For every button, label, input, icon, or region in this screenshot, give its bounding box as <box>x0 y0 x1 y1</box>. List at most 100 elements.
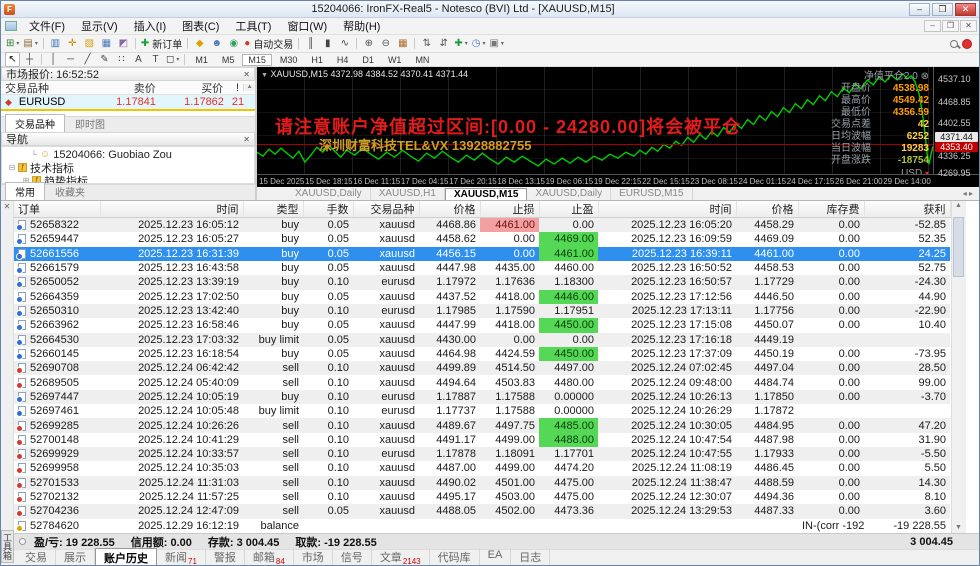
chart-tab-xauusd-h1[interactable]: XAUUSD,H1 <box>371 188 445 200</box>
timeframe-h4[interactable]: H4 <box>331 54 355 66</box>
toolbox-tab-mailbox[interactable]: 邮箱84 <box>245 548 294 566</box>
order-row[interactable]: 52664359 2025.12.23 17:02:50 buy 0.05 xa… <box>14 290 950 304</box>
scroll-down-icon[interactable]: ▼ <box>955 523 962 533</box>
label-tool[interactable]: T <box>148 52 163 67</box>
navigator-tab-common[interactable]: 常用 <box>5 182 45 200</box>
timeframe-m1[interactable]: M1 <box>189 54 214 66</box>
order-row[interactable]: 52699958 2025.12.24 10:35:03 sell 0.10 x… <box>14 461 950 475</box>
order-row[interactable]: 52650052 2025.12.23 13:39:19 buy 0.10 eu… <box>14 275 950 289</box>
toolbox-tab-history[interactable]: 账户历史 <box>95 548 157 566</box>
toolbox-tab-ea[interactable]: EA <box>480 548 512 566</box>
column-symbol[interactable]: 交易品种 <box>1 80 92 96</box>
market-watch-scrollbar[interactable]: ▲ <box>243 84 255 91</box>
bar-chart-button[interactable]: ║ <box>303 36 318 51</box>
col-close-price[interactable]: 价格 <box>736 201 798 218</box>
toolbox-tab-trade[interactable]: 交易 <box>17 548 56 566</box>
autotrading-button[interactable]: ●自动交易 <box>243 36 294 51</box>
chart-tab-xauusd-daily[interactable]: XAUUSD,Daily <box>287 188 371 200</box>
scroll-up-icon[interactable]: ▲ <box>955 201 962 211</box>
col-profit[interactable]: 获利 <box>864 201 950 218</box>
notification-icon[interactable] <box>962 39 972 49</box>
order-row[interactable]: 52663962 2025.12.23 16:58:46 buy 0.05 xa… <box>14 318 950 332</box>
menu-insert[interactable]: 插入(I) <box>126 17 174 35</box>
order-row[interactable]: 52689505 2025.12.24 05:40:09 sell 0.10 x… <box>14 375 950 389</box>
doc-close-button[interactable]: ✕ <box>960 20 977 32</box>
col-symbol[interactable]: 交易品种 <box>353 201 419 218</box>
orders-scrollbar[interactable]: ▲ ▼ <box>951 201 966 533</box>
chart-tab-eurusd-m15[interactable]: EURUSD,M15 <box>611 188 692 200</box>
order-row[interactable]: 52704236 2025.12.24 12:47:09 sell 0.05 x… <box>14 504 950 518</box>
col-close-time[interactable]: 时间 <box>598 201 736 218</box>
col-volume[interactable]: 手数 <box>303 201 353 218</box>
toolbox-close-icon[interactable]: ✕ <box>4 202 11 211</box>
toolbar-button[interactable] <box>414 38 415 49</box>
account-icon[interactable]: ☻ <box>209 36 224 51</box>
toolbox-tab-market[interactable]: 市场 <box>294 548 333 566</box>
col-open-price[interactable]: 价格 <box>419 201 480 218</box>
order-row[interactable]: 52697447 2025.12.24 10:05:19 buy 0.10 eu… <box>14 390 950 404</box>
timeframe-h1[interactable]: H1 <box>305 54 329 66</box>
tile-windows-button[interactable]: ▦ <box>395 36 410 51</box>
timeframe-mn[interactable]: MN <box>409 54 435 66</box>
order-row[interactable]: 52784620 2025.12.29 16:12:19 balance IN-… <box>14 519 950 533</box>
line-chart-button[interactable]: ∿ <box>337 36 352 51</box>
periods-button[interactable]: ◷▾ <box>471 36 487 51</box>
col-type[interactable]: 类型 <box>243 201 303 218</box>
indicator-list-icon[interactable]: ◆ <box>192 36 207 51</box>
toolbox-tab-exposure[interactable]: 展示 <box>56 548 95 566</box>
maximize-button[interactable]: ❐ <box>932 3 953 16</box>
navigator-tab-favorites[interactable]: 收藏夹 <box>45 182 95 200</box>
toolbar-button[interactable] <box>187 38 188 49</box>
toolbar-button[interactable] <box>135 38 136 49</box>
col-tp[interactable]: 止盈 <box>539 201 598 218</box>
chart-plot[interactable]: ▼ XAUUSD,M15 4372.98 4384.52 4370.41 437… <box>257 67 933 174</box>
autoscroll-button[interactable]: ⇅ <box>419 36 434 51</box>
menu-window[interactable]: 窗口(W) <box>279 17 335 35</box>
order-row[interactable]: 52697461 2025.12.24 10:05:48 buy limit 0… <box>14 404 950 418</box>
order-row[interactable]: 52659447 2025.12.23 16:05:27 buy 0.05 xa… <box>14 232 950 246</box>
search-icon[interactable] <box>950 40 958 48</box>
profiles-button[interactable]: ▤▾ <box>22 36 38 51</box>
timeframe-m5[interactable]: M5 <box>216 54 241 66</box>
cursor-tool[interactable]: ↖ <box>5 52 20 67</box>
hline-tool[interactable]: ─ <box>63 52 78 67</box>
close-button[interactable]: ✕ <box>955 3 976 16</box>
chart-system-icon[interactable] <box>5 21 17 31</box>
market-watch-close-icon[interactable]: ✕ <box>243 70 250 79</box>
column-spread[interactable]: ! <box>227 82 243 94</box>
timeframe-m30[interactable]: M30 <box>274 54 304 66</box>
market-watch-tab-symbols[interactable]: 交易品种 <box>5 114 65 132</box>
toolbar-button[interactable] <box>43 38 44 49</box>
chart-tab-scroll-arrows[interactable]: ◂ ▸ <box>963 189 979 198</box>
order-row[interactable]: 52658322 2025.12.23 16:05:12 buy 0.05 xa… <box>14 218 950 233</box>
menu-file[interactable]: 文件(F) <box>21 17 73 35</box>
column-bid[interactable]: 卖价 <box>92 80 159 96</box>
order-row[interactable]: 52702132 2025.12.24 11:57:25 sell 0.10 x… <box>14 490 950 504</box>
order-row[interactable]: 52699285 2025.12.24 10:26:26 sell 0.10 x… <box>14 418 950 432</box>
minimize-button[interactable]: – <box>909 3 930 16</box>
col-swap[interactable]: 库存费 <box>798 201 864 218</box>
doc-restore-button[interactable]: ❐ <box>942 20 959 32</box>
collapse-icon[interactable]: ⊟ <box>6 163 18 172</box>
time-axis[interactable]: 15 Dec 2025 15 Dec 18:15 16 Dec 11:15 17… <box>257 174 979 187</box>
toolbar-button[interactable] <box>298 38 299 49</box>
scroll-thumb[interactable] <box>953 217 964 277</box>
order-row[interactable]: 52699929 2025.12.24 10:33:57 sell 0.10 e… <box>14 447 950 461</box>
menu-charts[interactable]: 图表(C) <box>174 17 227 35</box>
overlay-close-icon[interactable]: ⊗ <box>921 71 929 82</box>
new-order-button[interactable]: ✚新订单 <box>140 36 183 51</box>
toolbox-toggle-icon[interactable]: ▦ <box>99 36 114 51</box>
candle-chart-button[interactable]: ▮ <box>320 36 335 51</box>
order-row[interactable]: 52701533 2025.12.24 11:31:03 sell 0.10 x… <box>14 476 950 490</box>
menu-view[interactable]: 显示(V) <box>73 17 126 35</box>
zoom-in-button[interactable]: ⊕ <box>361 36 376 51</box>
crosshair-tool[interactable]: ┼ <box>22 52 37 67</box>
order-row[interactable]: 52664530 2025.12.23 17:03:32 buy limit 0… <box>14 333 950 347</box>
navigator-item-indicators[interactable]: ⊟ ƒ 技术指标 <box>2 161 254 174</box>
toolbar-button[interactable] <box>356 38 357 49</box>
chart-tab-xauusd-daily-2[interactable]: XAUUSD,Daily <box>527 188 611 200</box>
text-tool[interactable]: A <box>131 52 146 67</box>
toolbox-tab-signals[interactable]: 信号 <box>333 548 372 566</box>
order-row[interactable]: 52661579 2025.12.23 16:43:58 buy 0.05 xa… <box>14 261 950 275</box>
tester-toggle-icon[interactable]: ◩ <box>116 36 131 51</box>
